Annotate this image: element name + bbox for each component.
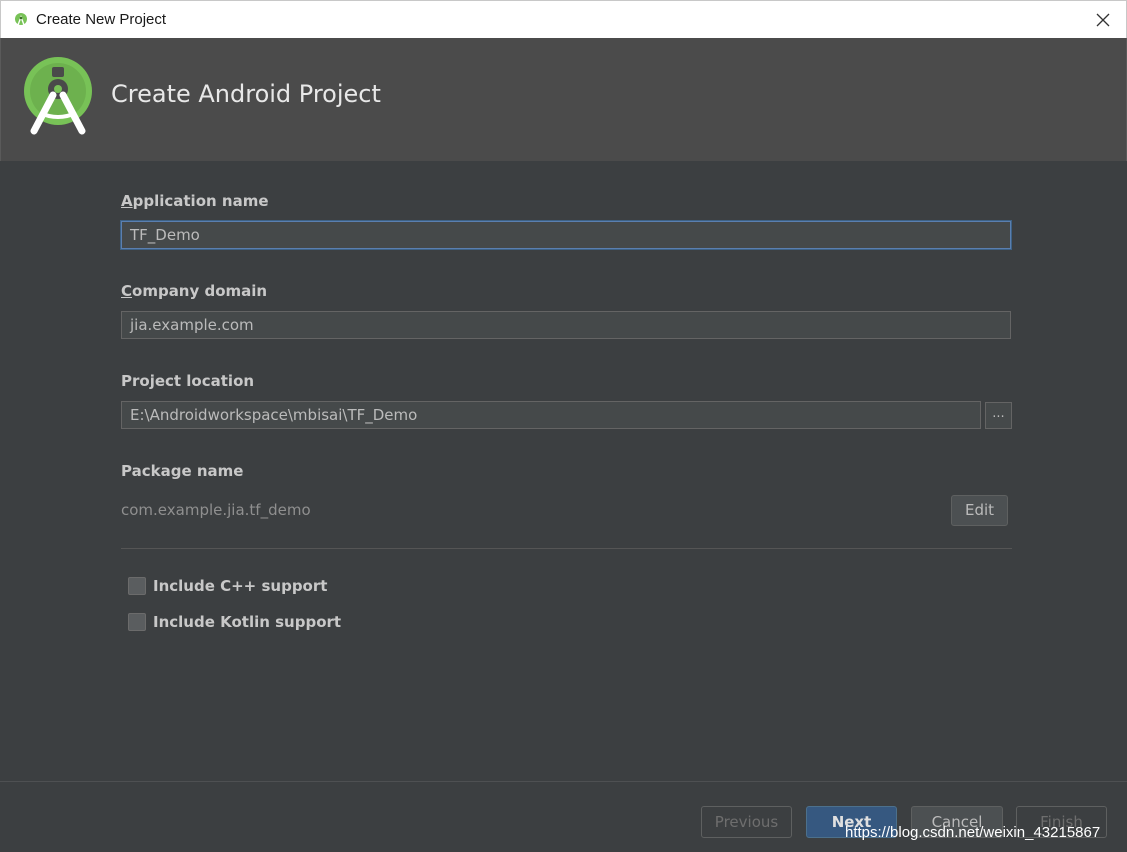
company-domain-input[interactable]: jia.example.com [121, 311, 1011, 339]
mnemonic: C [121, 282, 133, 300]
window-title: Create New Project [36, 11, 167, 28]
project-location-input[interactable]: E:\Androidworkspace\mbisai\TF_Demo [121, 401, 981, 429]
label-text: pplication name [132, 192, 269, 210]
include-kotlin-label[interactable]: Include Kotlin support [153, 613, 341, 631]
browse-button[interactable]: ... [985, 402, 1012, 429]
application-name-label: Application name [121, 192, 269, 210]
package-name-value: com.example.jia.tf_demo [121, 501, 311, 519]
dialog-header: Create Android Project [0, 38, 1127, 161]
dialog-footer: Previous Next Cancel Finish https://blog… [0, 781, 1127, 852]
include-cpp-checkbox[interactable] [128, 577, 146, 595]
divider [121, 548, 1012, 549]
include-kotlin-checkbox[interactable] [128, 613, 146, 631]
project-location-label: Project location [121, 372, 255, 390]
close-icon [1096, 13, 1110, 26]
previous-button[interactable]: Previous [701, 806, 792, 838]
android-studio-logo-icon [24, 57, 92, 135]
close-button[interactable] [1080, 1, 1126, 38]
project-form: Application name TF_Demo Company domain … [0, 161, 1127, 781]
page-title: Create Android Project [111, 80, 381, 108]
mnemonic: A [121, 192, 133, 210]
android-studio-app-icon [15, 13, 27, 26]
edit-package-button[interactable]: Edit [951, 495, 1008, 526]
label-text: ompany domain [132, 282, 268, 300]
company-domain-label: Company domain [121, 282, 267, 300]
title-bar: Create New Project [0, 0, 1127, 38]
watermark: https://blog.csdn.net/weixin_43215867 [845, 824, 1101, 841]
include-cpp-label[interactable]: Include C++ support [153, 577, 327, 595]
package-name-label: Package name [121, 462, 244, 480]
application-name-input[interactable]: TF_Demo [121, 221, 1011, 249]
